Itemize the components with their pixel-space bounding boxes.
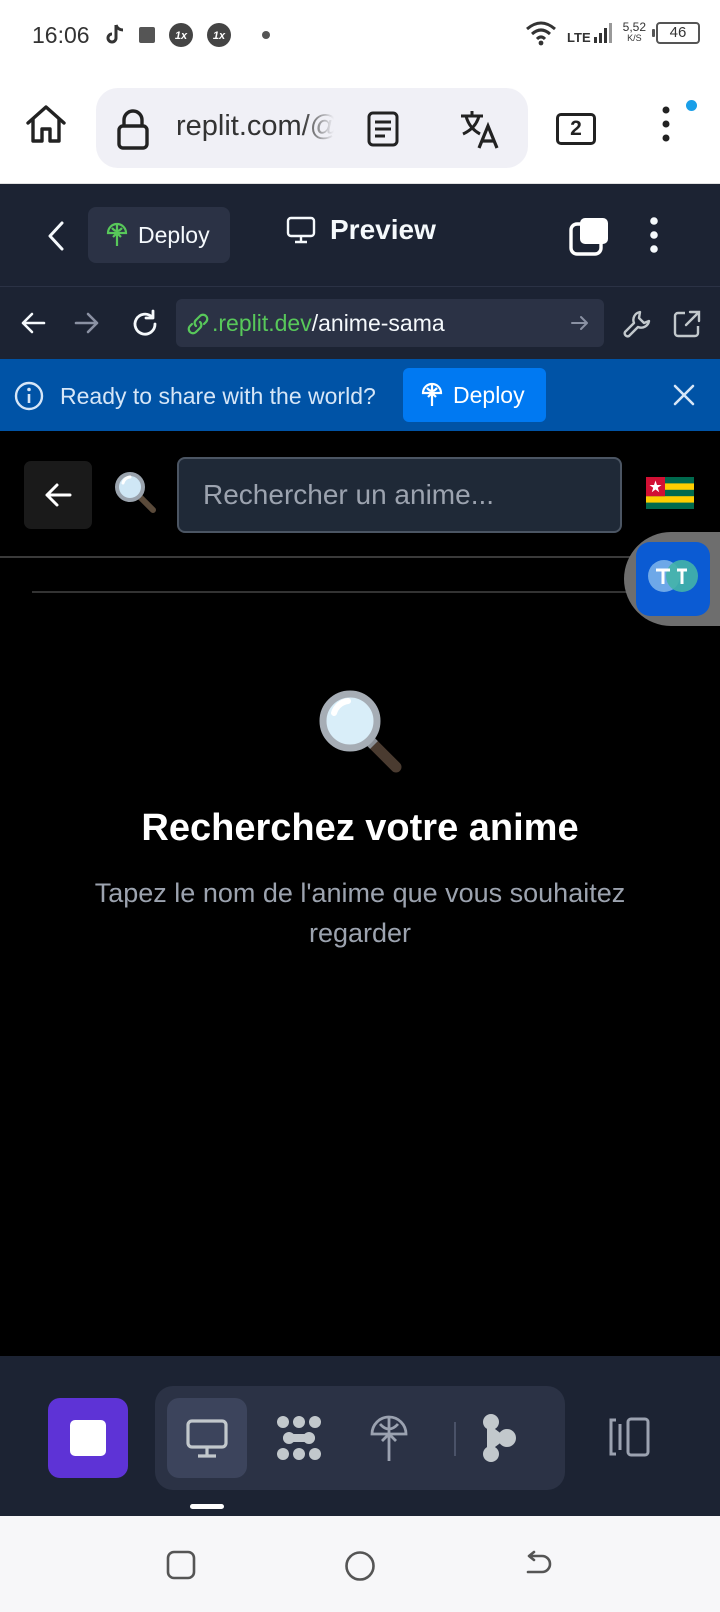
status-bar: 16:06 1x 1x LTE 5,52 K/S 46 (0, 0, 720, 72)
arrow-right-icon[interactable] (74, 311, 100, 335)
network-speed: 5,52 K/S (622, 20, 646, 44)
tiktok-icon (106, 24, 124, 44)
signal-icon (593, 23, 612, 43)
browser-toolbar: replit.com/@ 2 (0, 72, 720, 184)
translate-icon[interactable] (458, 108, 500, 150)
speed-value: 5,52 (622, 20, 646, 34)
language-icon (648, 560, 698, 592)
reader-mode-icon[interactable] (366, 110, 400, 148)
status-system-icons: LTE 5,52 K/S 46 (525, 20, 700, 46)
empty-state-title: Recherchez votre anime (141, 807, 579, 849)
translate-floating-button[interactable] (624, 532, 720, 626)
monitor-icon (286, 216, 316, 244)
preview-tab[interactable]: Preview (286, 214, 436, 246)
kebab-menu-icon[interactable] (648, 216, 660, 254)
link-icon (187, 313, 209, 335)
1x-app-icon: 1x (169, 23, 193, 47)
status-notification-icons: 1x 1x (104, 22, 272, 48)
home-nav-icon[interactable] (344, 1550, 376, 1582)
search-illustration-icon (319, 690, 402, 773)
tab-switcher-button[interactable]: 2 (556, 113, 596, 145)
deploy-icon (106, 222, 128, 246)
workflows-icon[interactable] (273, 1412, 325, 1464)
speed-unit: K/S (627, 33, 642, 43)
reload-icon[interactable] (130, 309, 160, 339)
back-nav-icon[interactable] (524, 1550, 554, 1580)
update-notification-dot (686, 100, 697, 111)
divider (32, 591, 652, 593)
empty-state-subtitle: Tapez le nom de l'anime que vous souhait… (94, 878, 626, 948)
recents-icon[interactable] (166, 1550, 196, 1580)
webview-url-bar[interactable]: .replit.dev/anime-sama (176, 299, 604, 347)
chevron-left-icon[interactable] (46, 220, 66, 252)
close-icon[interactable] (672, 383, 696, 407)
deploy-icon (421, 382, 443, 406)
magnifier-icon (115, 472, 156, 513)
new-window-icon[interactable] (568, 216, 610, 256)
stop-button[interactable] (48, 1398, 128, 1478)
kebab-menu-icon[interactable] (660, 102, 672, 146)
arrow-right-icon[interactable] (570, 313, 590, 333)
banner-deploy-label: Deploy (453, 381, 525, 408)
network-type: LTE (567, 30, 591, 45)
status-time: 16:06 (32, 22, 90, 48)
webview-toolbar: .replit.dev/anime-sama (0, 287, 720, 359)
search-input[interactable] (177, 457, 622, 533)
agent-icon[interactable] (481, 1412, 517, 1464)
active-tab-indicator (190, 1504, 224, 1509)
address-bar-url[interactable]: replit.com/@ (176, 110, 334, 143)
webview-url-host: .replit.dev (212, 310, 312, 336)
webview-url-path: /anime-sama (311, 310, 445, 336)
svg-text:1x: 1x (175, 30, 188, 42)
togo-flag-icon[interactable] (646, 477, 694, 509)
divider (0, 556, 720, 558)
lock-icon[interactable] (116, 108, 150, 150)
wrench-icon[interactable] (622, 309, 652, 339)
tool-group (155, 1386, 565, 1490)
preview-title: Preview (330, 214, 436, 245)
arrow-left-icon[interactable] (20, 311, 46, 335)
layout-toggle-icon[interactable] (606, 1416, 654, 1458)
deploy-banner: Ready to share with the world? Deploy (0, 359, 720, 431)
monitor-icon (186, 1419, 228, 1458)
deploy-button[interactable]: Deploy (88, 207, 230, 263)
external-link-icon[interactable] (672, 309, 702, 339)
dot-icon (262, 31, 270, 39)
1x-app-icon: 1x (207, 23, 231, 47)
back-button[interactable] (24, 461, 92, 529)
arrow-left-icon (45, 483, 72, 507)
translate-app-icon (636, 542, 710, 616)
svg-text:1x: 1x (213, 30, 226, 42)
tool-separator (454, 1422, 456, 1456)
square-notification-icon (139, 27, 155, 43)
replit-bottom-bar (0, 1356, 720, 1516)
deploy-banner-message: Ready to share with the world? (60, 383, 376, 409)
banner-deploy-button[interactable]: Deploy (403, 368, 546, 422)
app-content: Recherchez votre anime Tapez le nom de l… (0, 431, 720, 1356)
webview-url[interactable]: .replit.dev/anime-sama (212, 310, 445, 337)
deploy-icon[interactable] (369, 1412, 409, 1464)
info-icon (14, 381, 44, 411)
wifi-icon (526, 21, 557, 46)
preview-tool[interactable] (167, 1398, 247, 1478)
lte-signal: LTE (567, 22, 613, 44)
deploy-label: Deploy (138, 221, 210, 248)
android-nav-bar (0, 1516, 720, 1612)
battery-icon: 46 (652, 22, 700, 44)
replit-header: Deploy Preview (0, 184, 720, 287)
home-icon[interactable] (24, 102, 68, 146)
address-bar[interactable]: replit.com/@ (96, 88, 528, 168)
